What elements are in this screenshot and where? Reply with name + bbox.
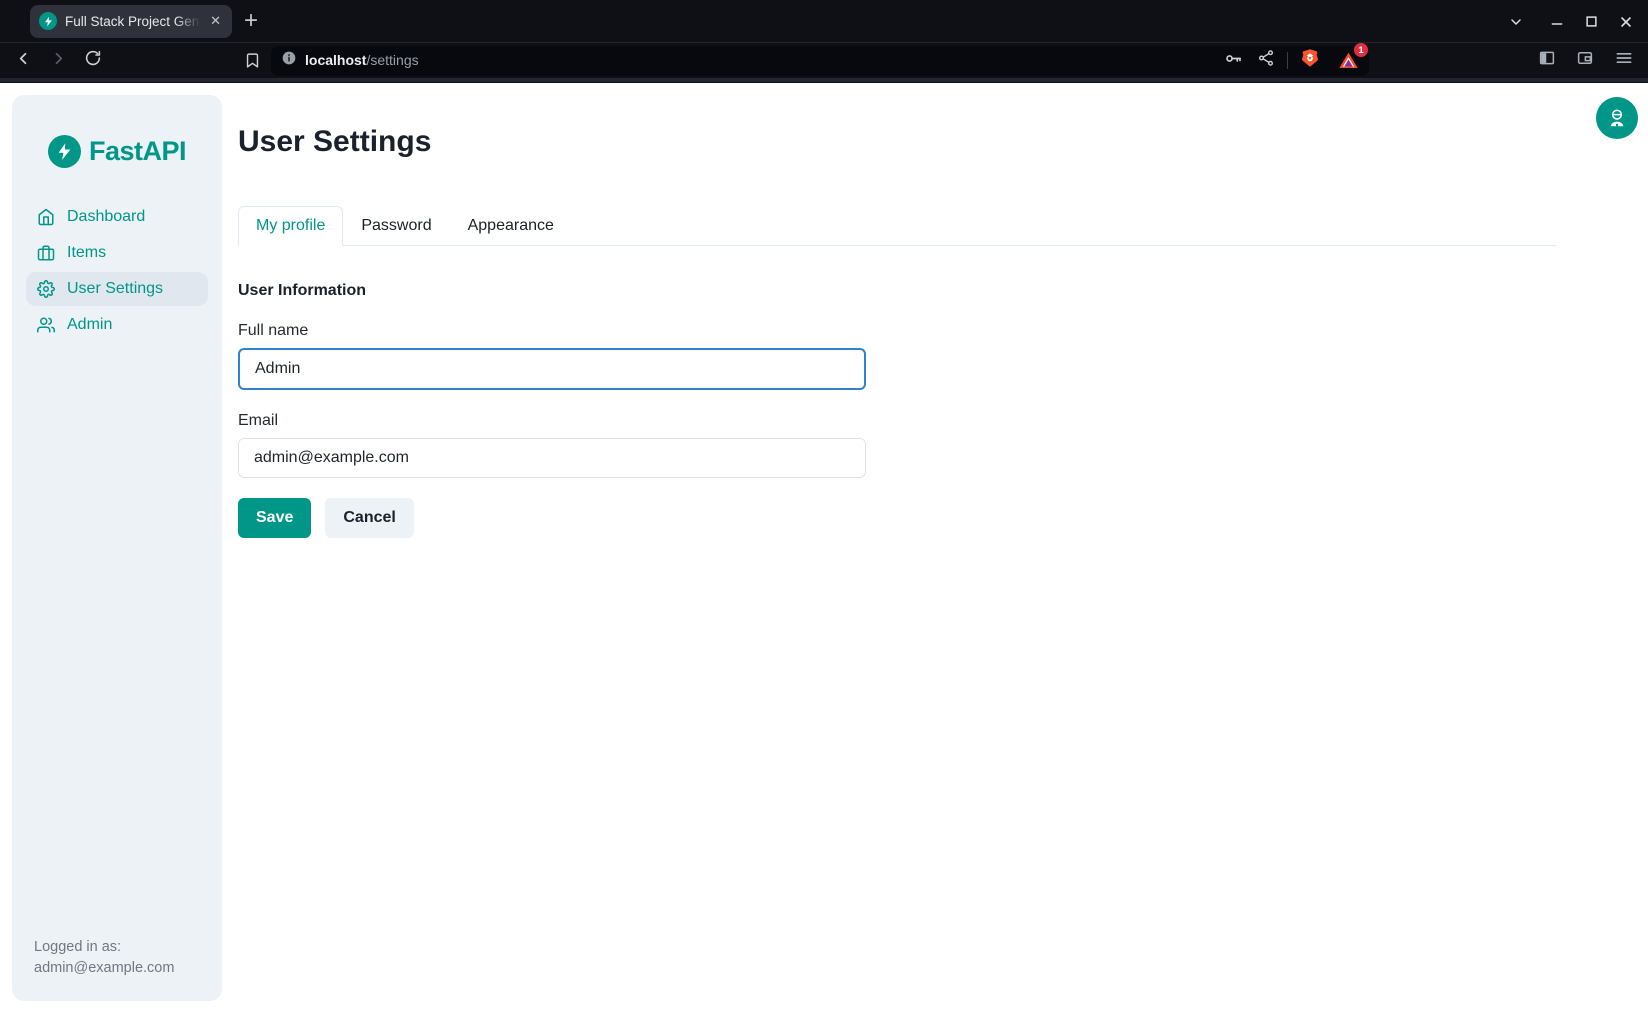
- tab-close-icon[interactable]: ✕: [208, 11, 223, 31]
- close-window-button[interactable]: [1618, 14, 1634, 30]
- side-panel-icon[interactable]: [1538, 49, 1556, 72]
- toolbar-right-icons: [1369, 48, 1634, 73]
- form-actions: Save Cancel: [238, 498, 1556, 538]
- sidebar-item-items[interactable]: Items: [26, 236, 208, 270]
- address-bar[interactable]: localhost/settings 1: [271, 46, 1369, 76]
- chrome-bottom-strip: [0, 78, 1648, 82]
- email-label: Email: [238, 412, 1556, 430]
- browser-toolbar: localhost/settings 1: [0, 43, 1648, 78]
- sidebar-item-user-settings[interactable]: User Settings: [26, 272, 208, 306]
- toolbar-divider: [1287, 52, 1288, 69]
- browser-tab[interactable]: Full Stack Project Genera ✕: [30, 5, 232, 38]
- logged-in-as: Logged in as: admin@example.com: [34, 937, 174, 979]
- fastapi-logo-text: FastAPI: [89, 136, 186, 167]
- my-profile-panel: User Information Full name Email Save Ca…: [238, 246, 1556, 538]
- menu-icon[interactable]: [1614, 48, 1634, 73]
- sidebar: FastAPI Dashboard Items User Settings Ad…: [12, 95, 222, 1001]
- sidebar-nav: Dashboard Items User Settings Admin: [12, 200, 222, 342]
- fastapi-logo: FastAPI: [48, 135, 222, 168]
- back-button-icon[interactable]: [14, 49, 33, 73]
- user-astronaut-icon: [1606, 107, 1628, 129]
- logged-in-as-email: admin@example.com: [34, 958, 174, 979]
- password-key-icon[interactable]: [1224, 49, 1243, 73]
- main-content: User Settings My profile Password Appear…: [238, 83, 1556, 538]
- full-name-label: Full name: [238, 322, 1556, 340]
- new-tab-button[interactable]: +: [244, 11, 258, 31]
- tab-password[interactable]: Password: [343, 206, 449, 246]
- fastapi-logo-icon: [48, 135, 81, 168]
- tab-my-profile[interactable]: My profile: [238, 206, 343, 246]
- email-input[interactable]: [238, 438, 866, 478]
- tab-title: Full Stack Project Genera: [65, 14, 200, 29]
- url-host: localhost: [305, 52, 366, 68]
- tab-bar: Full Stack Project Genera ✕ +: [0, 0, 1648, 43]
- maximize-button[interactable]: [1584, 14, 1599, 29]
- gear-icon: [37, 280, 55, 298]
- share-icon[interactable]: [1257, 49, 1275, 72]
- forward-button-icon[interactable]: [49, 49, 68, 73]
- tab-appearance[interactable]: Appearance: [450, 206, 572, 246]
- tab-search-chevron-icon[interactable]: [1508, 14, 1524, 30]
- browser-chrome: Full Stack Project Genera ✕ +: [0, 0, 1648, 83]
- sidebar-item-admin[interactable]: Admin: [26, 308, 208, 342]
- site-info-icon[interactable]: [281, 50, 297, 71]
- wallet-icon[interactable]: [1576, 49, 1594, 72]
- sidebar-item-label: Admin: [67, 316, 112, 334]
- save-button[interactable]: Save: [238, 498, 311, 538]
- sidebar-item-label: Dashboard: [67, 208, 145, 226]
- brave-shield-icon[interactable]: [1300, 48, 1320, 73]
- users-icon: [37, 316, 55, 334]
- cancel-button[interactable]: Cancel: [325, 498, 413, 538]
- sidebar-item-label: User Settings: [67, 280, 163, 298]
- section-title: User Information: [238, 282, 1556, 300]
- home-icon: [37, 208, 55, 226]
- sidebar-item-dashboard[interactable]: Dashboard: [26, 200, 208, 234]
- logged-in-as-label: Logged in as:: [34, 937, 174, 958]
- app-content: FastAPI Dashboard Items User Settings Ad…: [0, 83, 1648, 1025]
- sidebar-item-label: Items: [67, 244, 106, 262]
- bookmark-icon[interactable]: [244, 52, 261, 69]
- minimize-button[interactable]: [1549, 14, 1565, 30]
- full-name-input[interactable]: [238, 348, 866, 390]
- nav-buttons: [14, 49, 102, 73]
- rewards-badge: 1: [1354, 43, 1368, 57]
- url-path: /settings: [366, 52, 418, 68]
- page-title: User Settings: [238, 125, 1556, 159]
- reload-button-icon[interactable]: [84, 49, 102, 72]
- user-menu-button[interactable]: [1596, 97, 1638, 139]
- settings-tabs: My profile Password Appearance: [238, 206, 1556, 246]
- brave-rewards-icon[interactable]: 1: [1338, 50, 1359, 71]
- window-controls: [1508, 0, 1634, 43]
- briefcase-icon: [37, 244, 55, 262]
- fastapi-favicon-icon: [39, 12, 57, 30]
